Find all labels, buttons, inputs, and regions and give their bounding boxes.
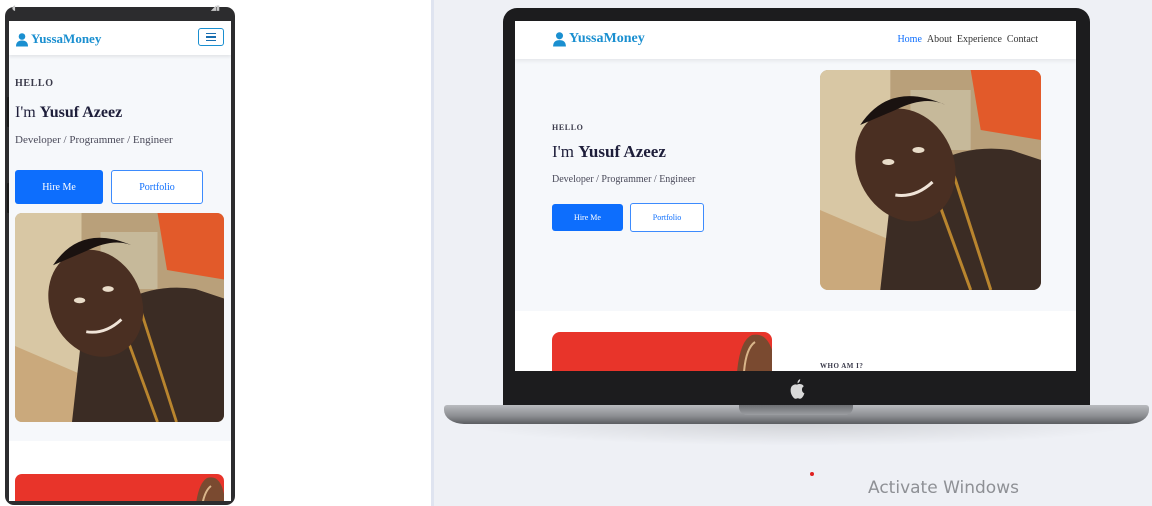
about-heading: WHO AM I? xyxy=(820,362,864,370)
portfolio-button[interactable]: Portfolio xyxy=(111,170,203,204)
hamburger-icon xyxy=(206,33,216,35)
nav-link-home[interactable]: Home xyxy=(897,34,921,45)
brand-user-icon xyxy=(553,32,566,47)
brand-name: YussaMoney xyxy=(31,31,102,46)
phone-status-bar: ◖ ◢▮ xyxy=(4,4,226,14)
nav-link-about[interactable]: About xyxy=(927,34,952,45)
profile-photo xyxy=(15,213,224,422)
hero-name: Yusuf Azeez xyxy=(39,104,123,121)
desktop-navbar: YussaMoney Home About Experience Contact xyxy=(515,21,1076,59)
laptop-screen: YussaMoney Home About Experience Contact… xyxy=(515,21,1076,371)
nav-link-contact[interactable]: Contact xyxy=(1007,34,1038,45)
nav-menu: Home About Experience Contact xyxy=(897,34,1038,45)
brand-user-icon xyxy=(16,32,28,46)
brand-logo[interactable]: YussaMoney xyxy=(15,31,101,47)
hero-title: I'm Yusuf Azeez xyxy=(552,142,666,161)
apple-logo-icon xyxy=(790,379,805,399)
laptop-shadow xyxy=(460,424,1140,446)
hero-greeting: HELLO xyxy=(15,78,54,89)
portfolio-button[interactable]: Portfolio xyxy=(630,203,704,232)
hero-name: Yusuf Azeez xyxy=(578,142,666,161)
hero-greeting: HELLO xyxy=(552,123,584,132)
hire-me-button[interactable]: Hire Me xyxy=(15,170,103,204)
mobile-navbar: YussaMoney xyxy=(9,21,231,55)
signal-icon: ◢▮ xyxy=(210,4,220,12)
hero-title: I'm Yusuf Azeez xyxy=(15,104,123,121)
preview-stage: ◖ ◢▮ YussaMoney HELLO I'm Yusuf Azeez De… xyxy=(0,0,1152,506)
hero-tagline: Developer / Programmer / Engineer xyxy=(552,174,696,185)
hire-me-button[interactable]: Hire Me xyxy=(552,204,623,231)
windows-activation-watermark: Activate Windows xyxy=(868,478,1019,498)
brand-name: YussaMoney xyxy=(569,31,645,46)
about-image xyxy=(552,332,772,371)
nav-toggle-button[interactable] xyxy=(198,28,224,46)
brand-logo[interactable]: YussaMoney xyxy=(552,31,645,47)
about-image xyxy=(15,474,224,501)
hero-tagline: Developer / Programmer / Engineer xyxy=(15,134,173,146)
phone-screen: YussaMoney HELLO I'm Yusuf Azeez Develop… xyxy=(9,21,231,501)
indicator-dot xyxy=(810,472,814,476)
profile-photo xyxy=(820,70,1041,290)
status-icon: ◖ xyxy=(12,4,16,12)
laptop-hinge-notch xyxy=(739,405,853,415)
nav-link-experience[interactable]: Experience xyxy=(957,34,1002,45)
